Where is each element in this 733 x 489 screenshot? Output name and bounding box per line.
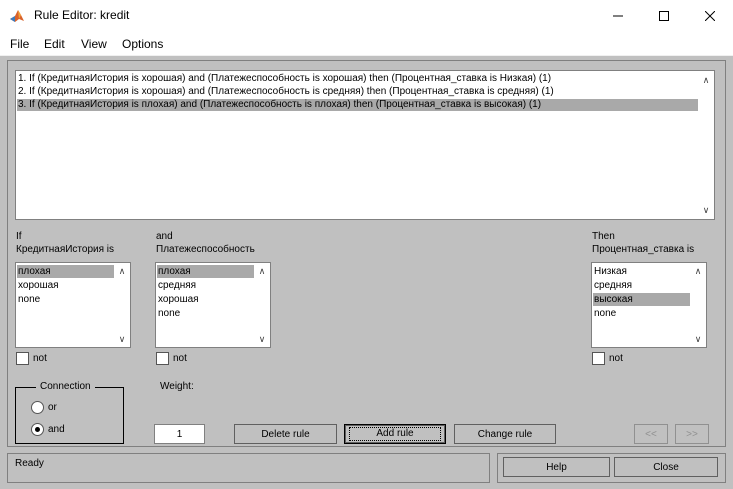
then-scrollbar[interactable]: ∧ ∨	[690, 263, 706, 347]
scroll-up-icon[interactable]: ∧	[690, 264, 706, 278]
rules-listbox[interactable]: 1. If (КредитнаяИстория is хорошая) and …	[15, 70, 715, 220]
weight-input[interactable]	[154, 424, 205, 444]
window-title: Rule Editor: kredit	[34, 8, 130, 22]
then-variable-label: Процентная_ставка is	[592, 244, 695, 255]
scroll-down-icon[interactable]: ∨	[698, 203, 714, 217]
if-option[interactable]: none	[17, 293, 114, 306]
matlab-app-icon	[9, 8, 25, 24]
and-option[interactable]: хорошая	[157, 293, 254, 306]
then-not-label: not	[609, 353, 623, 364]
then-keyword-label: Then	[592, 231, 615, 242]
then-option[interactable]: none	[593, 307, 690, 320]
scroll-up-icon[interactable]: ∧	[114, 264, 130, 278]
if-listbox[interactable]: плохая хорошая none ∧ ∨	[15, 262, 131, 348]
close-icon	[705, 11, 715, 21]
maximize-button[interactable]	[641, 0, 687, 32]
menu-bar	[0, 32, 733, 56]
if-not-label: not	[33, 353, 47, 364]
and-option[interactable]: средняя	[157, 279, 254, 292]
add-rule-label: Add rule	[349, 427, 441, 441]
and-option[interactable]: плохая	[157, 265, 254, 278]
and-keyword-label: and	[156, 231, 173, 242]
if-not-checkbox[interactable]	[16, 352, 29, 365]
then-not-checkbox[interactable]	[592, 352, 605, 365]
and-not-checkbox[interactable]	[156, 352, 169, 365]
and-not-label: not	[173, 353, 187, 364]
connection-or-label: or	[48, 402, 57, 413]
radio-selected-dot	[35, 427, 40, 432]
then-option[interactable]: высокая	[593, 293, 690, 306]
if-option[interactable]: плохая	[17, 265, 114, 278]
then-listbox[interactable]: Низкая средняя высокая none ∧ ∨	[591, 262, 707, 348]
connection-title: Connection	[36, 381, 95, 392]
menu-edit[interactable]: Edit	[44, 37, 65, 51]
prev-rule-button[interactable]: <<	[634, 424, 668, 444]
rules-scrollbar[interactable]: ∧ ∨	[698, 71, 714, 219]
scroll-down-icon[interactable]: ∨	[254, 332, 270, 346]
if-keyword-label: If	[16, 231, 22, 242]
close-button[interactable]: Close	[614, 457, 718, 477]
weight-label: Weight:	[160, 381, 194, 392]
status-text: Ready	[15, 458, 44, 469]
if-variable-label: КредитнаяИстория is	[16, 244, 115, 255]
menu-file[interactable]: File	[10, 37, 29, 51]
if-option[interactable]: хорошая	[17, 279, 114, 292]
menu-options[interactable]: Options	[122, 37, 163, 51]
maximize-icon	[659, 11, 669, 21]
connection-group	[15, 387, 124, 444]
scroll-down-icon[interactable]: ∨	[690, 332, 706, 346]
scroll-up-icon[interactable]: ∧	[254, 264, 270, 278]
connection-and-label: and	[48, 424, 65, 435]
menu-view[interactable]: View	[81, 37, 107, 51]
and-option[interactable]: none	[157, 307, 254, 320]
minimize-icon	[613, 15, 623, 17]
close-window-button[interactable]	[687, 0, 733, 32]
and-variable-label: Платежеспособность	[156, 244, 255, 255]
next-rule-button[interactable]: >>	[675, 424, 709, 444]
rule-item[interactable]: 2. If (КредитнаяИстория is хорошая) and …	[17, 86, 698, 98]
and-listbox[interactable]: плохая средняя хорошая none ∧ ∨	[155, 262, 271, 348]
connection-and-radio[interactable]	[31, 423, 44, 436]
then-option[interactable]: средняя	[593, 279, 690, 292]
minimize-button[interactable]	[595, 0, 641, 32]
change-rule-button[interactable]: Change rule	[454, 424, 556, 444]
then-option[interactable]: Низкая	[593, 265, 690, 278]
scroll-down-icon[interactable]: ∨	[114, 332, 130, 346]
add-rule-button[interactable]: Add rule	[344, 424, 446, 444]
and-scrollbar[interactable]: ∧ ∨	[254, 263, 270, 347]
scroll-up-icon[interactable]: ∧	[698, 73, 714, 87]
connection-or-radio[interactable]	[31, 401, 44, 414]
delete-rule-button[interactable]: Delete rule	[234, 424, 337, 444]
help-button[interactable]: Help	[503, 457, 610, 477]
rule-item[interactable]: 1. If (КредитнаяИстория is хорошая) and …	[17, 73, 698, 85]
status-bar	[7, 453, 490, 483]
if-scrollbar[interactable]: ∧ ∨	[114, 263, 130, 347]
rule-item-selected[interactable]: 3. If (КредитнаяИстория is плохая) and (…	[17, 99, 698, 111]
